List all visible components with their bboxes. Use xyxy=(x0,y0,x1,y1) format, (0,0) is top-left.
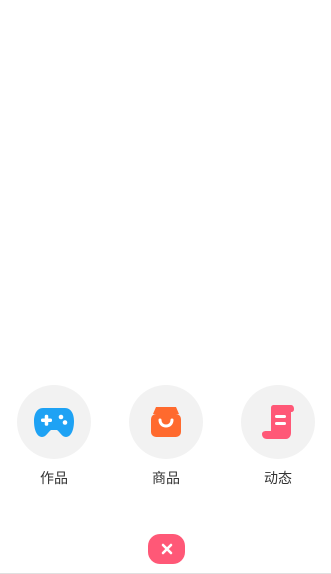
goods-icon-circle[interactable] xyxy=(129,385,203,459)
works-icon-circle[interactable] xyxy=(17,385,91,459)
close-button[interactable] xyxy=(148,534,185,564)
scroll-icon xyxy=(262,405,294,439)
close-icon xyxy=(161,543,172,555)
moments-icon-circle[interactable] xyxy=(241,385,315,459)
menu-item-works[interactable]: 作品 xyxy=(16,385,92,487)
moments-label: 动态 xyxy=(264,471,292,487)
menu-item-moments[interactable]: 动态 xyxy=(240,385,316,487)
menu-item-goods[interactable]: 商品 xyxy=(128,385,204,487)
goods-label: 商品 xyxy=(152,471,180,487)
shopping-bag-icon xyxy=(151,407,181,437)
gamepad-icon xyxy=(34,408,74,437)
works-label: 作品 xyxy=(40,471,68,487)
